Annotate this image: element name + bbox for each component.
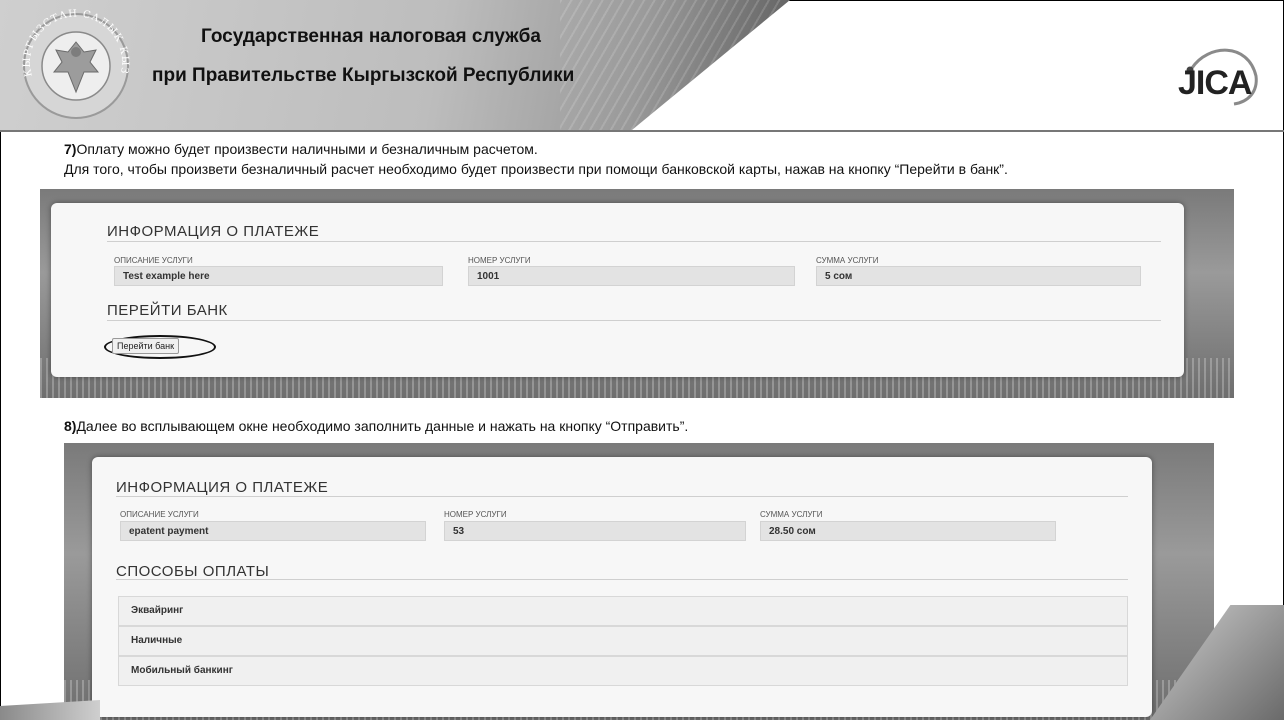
- section-divider: [116, 496, 1128, 497]
- step8-number: 8): [64, 418, 77, 434]
- go-bank-title: ПЕРЕЙТИ БАНК: [107, 302, 228, 319]
- step7-line1: Оплату можно будет произвести наличными …: [76, 141, 538, 157]
- org-name-line1: Государственная налоговая служба: [201, 26, 541, 47]
- step7-number: 7): [64, 141, 77, 157]
- service-number-field[interactable]: 53: [444, 521, 746, 541]
- org-name-line2: при Правительстве Кыргызской Республики: [152, 65, 575, 86]
- header-divider: [0, 130, 1284, 132]
- section-divider: [107, 241, 1161, 242]
- jica-logo: JICA: [1178, 46, 1260, 106]
- payment-methods-title: СПОСОБЫ ОПЛАТЫ: [116, 563, 270, 580]
- payment-card: ИНФОРМАЦИЯ О ПЛАТЕЖЕ ОПИСАНИЕ УСЛУГИ epa…: [92, 457, 1152, 717]
- step7-line2: Для того, чтобы произвети безналичный ра…: [64, 161, 1008, 177]
- screenshot-payment-info: ИНФОРМАЦИЯ О ПЛАТЕЖЕ ОПИСАНИЕ УСЛУГИ Tes…: [40, 189, 1234, 398]
- method-cash[interactable]: Наличные: [118, 626, 1128, 656]
- section-divider: [107, 320, 1161, 321]
- method-mobile-banking[interactable]: Мобильный банкинг: [118, 656, 1128, 686]
- service-description-field[interactable]: epatent payment: [120, 521, 426, 541]
- jica-logo-text: JICA: [1178, 64, 1252, 102]
- payment-info-title: ИНФОРМАЦИЯ О ПЛАТЕЖЕ: [107, 223, 320, 240]
- service-amount-field[interactable]: 28.50 сом: [760, 521, 1056, 541]
- payment-card: ИНФОРМАЦИЯ О ПЛАТЕЖЕ ОПИСАНИЕ УСЛУГИ Tes…: [51, 203, 1184, 377]
- service-description-field[interactable]: Test example here: [114, 266, 443, 286]
- step8-text: 8)Далее во всплывающем окне необходимо з…: [64, 418, 688, 434]
- method-acquiring[interactable]: Эквайринг: [118, 596, 1128, 626]
- service-amount-label: СУММА УСЛУГИ: [760, 510, 823, 519]
- service-number-label: НОМЕР УСЛУГИ: [468, 256, 531, 265]
- go-to-bank-button[interactable]: Перейти банк: [112, 338, 180, 354]
- section-divider: [116, 579, 1128, 580]
- payment-info-title: ИНФОРМАЦИЯ О ПЛАТЕЖЕ: [116, 479, 329, 496]
- service-amount-label: СУММА УСЛУГИ: [816, 256, 879, 265]
- tax-service-emblem-icon: КЫРГЫЗСТАН САЛЫК КЫЗМАТЫ: [14, 6, 129, 119]
- service-description-label: ОПИСАНИЕ УСЛУГИ: [114, 256, 193, 265]
- slide-header: КЫРГЫЗСТАН САЛЫК КЫЗМАТЫ Государственная…: [0, 0, 1284, 130]
- service-number-label: НОМЕР УСЛУГИ: [444, 510, 507, 519]
- service-number-field[interactable]: 1001: [468, 266, 795, 286]
- screenshot-payment-methods: ИНФОРМАЦИЯ О ПЛАТЕЖЕ ОПИСАНИЕ УСЛУГИ epa…: [64, 443, 1214, 720]
- step7-text: 7)Оплату можно будет произвести наличным…: [64, 141, 538, 157]
- service-description-label: ОПИСАНИЕ УСЛУГИ: [120, 510, 199, 519]
- step8-line1: Далее во всплывающем окне необходимо зап…: [76, 418, 689, 434]
- service-amount-field[interactable]: 5 сом: [816, 266, 1141, 286]
